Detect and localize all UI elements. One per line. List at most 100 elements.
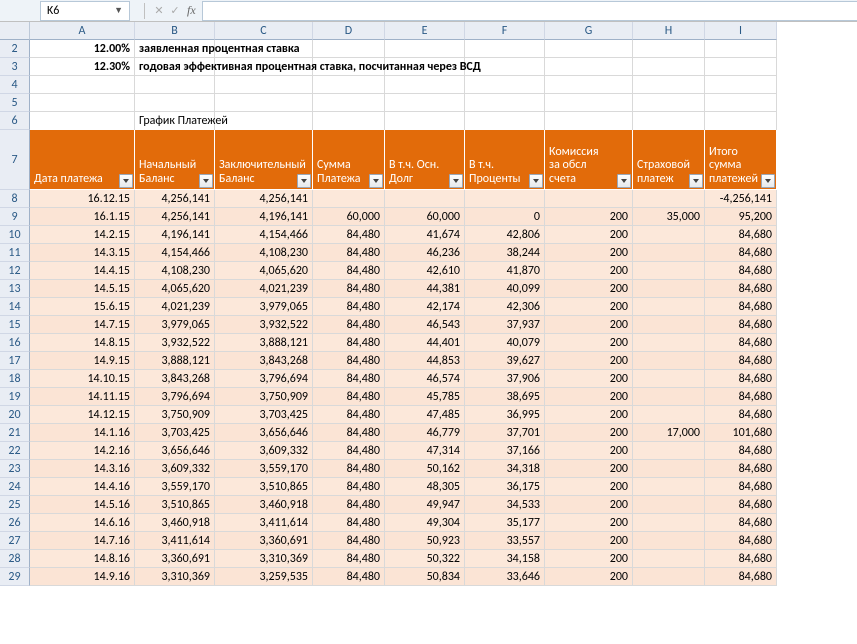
cell-E27[interactable]: 50,923 — [385, 532, 465, 550]
cell-C4[interactable] — [215, 76, 313, 94]
cell-B22[interactable]: 3,656,646 — [135, 442, 215, 460]
row-header-29[interactable]: 29 — [0, 568, 30, 586]
cell-E11[interactable]: 46,236 — [385, 244, 465, 262]
cell-F9[interactable]: 0 — [465, 208, 545, 226]
row-header-21[interactable]: 21 — [0, 424, 30, 442]
column-header-I[interactable]: I — [705, 22, 777, 40]
cell-D22[interactable]: 84,480 — [313, 442, 385, 460]
cell-I6[interactable] — [705, 112, 777, 130]
cell-D11[interactable]: 84,480 — [313, 244, 385, 262]
cell-A29[interactable]: 14.9.16 — [30, 568, 135, 586]
cell-F20[interactable]: 36,995 — [465, 406, 545, 424]
cell-F8[interactable] — [465, 190, 545, 208]
cell-A13[interactable]: 14.5.15 — [30, 280, 135, 298]
cell-B24[interactable]: 3,559,170 — [135, 478, 215, 496]
cell-A24[interactable]: 14.4.16 — [30, 478, 135, 496]
row-header-15[interactable]: 15 — [0, 316, 30, 334]
row-header-22[interactable]: 22 — [0, 442, 30, 460]
cell-I19[interactable]: 84,680 — [705, 388, 777, 406]
row-header-12[interactable]: 12 — [0, 262, 30, 280]
cell-D5[interactable] — [313, 94, 385, 112]
cell-D26[interactable]: 84,480 — [313, 514, 385, 532]
cell-F12[interactable]: 41,870 — [465, 262, 545, 280]
cell-A28[interactable]: 14.8.16 — [30, 550, 135, 568]
cell-B6[interactable]: График Платежей — [135, 112, 215, 130]
cell-F26[interactable]: 35,177 — [465, 514, 545, 532]
cell-H28[interactable] — [633, 550, 705, 568]
filter-dropdown-icon[interactable] — [529, 174, 543, 188]
cell-I28[interactable]: 84,680 — [705, 550, 777, 568]
cell-G15[interactable]: 200 — [545, 316, 633, 334]
cell-G21[interactable]: 200 — [545, 424, 633, 442]
cell-B10[interactable]: 4,196,141 — [135, 226, 215, 244]
cell-D9[interactable]: 60,000 — [313, 208, 385, 226]
cell-E22[interactable]: 47,314 — [385, 442, 465, 460]
cell-F2[interactable] — [465, 40, 545, 58]
cell-F5[interactable] — [465, 94, 545, 112]
fx-icon[interactable]: fx — [187, 3, 196, 18]
filter-dropdown-icon[interactable] — [297, 174, 311, 188]
name-box[interactable]: K6 ▼ — [40, 1, 130, 21]
cell-B18[interactable]: 3,843,268 — [135, 370, 215, 388]
cell-I25[interactable]: 84,680 — [705, 496, 777, 514]
cell-D24[interactable]: 84,480 — [313, 478, 385, 496]
cell-E10[interactable]: 41,674 — [385, 226, 465, 244]
cell-B8[interactable]: 4,256,141 — [135, 190, 215, 208]
cell-B26[interactable]: 3,460,918 — [135, 514, 215, 532]
cell-H17[interactable] — [633, 352, 705, 370]
row-header-25[interactable]: 25 — [0, 496, 30, 514]
cell-E9[interactable]: 60,000 — [385, 208, 465, 226]
cell-F29[interactable]: 33,646 — [465, 568, 545, 586]
cell-E4[interactable] — [385, 76, 465, 94]
column-header-F[interactable]: F — [465, 22, 545, 40]
row-header-17[interactable]: 17 — [0, 352, 30, 370]
cell-E8[interactable] — [385, 190, 465, 208]
formula-input[interactable] — [202, 1, 857, 21]
cell-C26[interactable]: 3,411,614 — [215, 514, 313, 532]
cell-G5[interactable] — [545, 94, 633, 112]
cell-B25[interactable]: 3,510,865 — [135, 496, 215, 514]
table-header-H[interactable]: Страховой платеж — [633, 130, 705, 190]
cell-I5[interactable] — [705, 94, 777, 112]
cell-H9[interactable]: 35,000 — [633, 208, 705, 226]
cell-D18[interactable]: 84,480 — [313, 370, 385, 388]
cell-G13[interactable]: 200 — [545, 280, 633, 298]
cell-G14[interactable]: 200 — [545, 298, 633, 316]
filter-dropdown-icon[interactable] — [617, 174, 631, 188]
cell-D8[interactable] — [313, 190, 385, 208]
cell-A18[interactable]: 14.10.15 — [30, 370, 135, 388]
row-header-18[interactable]: 18 — [0, 370, 30, 388]
cell-I16[interactable]: 84,680 — [705, 334, 777, 352]
cell-B14[interactable]: 4,021,239 — [135, 298, 215, 316]
cell-E24[interactable]: 48,305 — [385, 478, 465, 496]
cell-E26[interactable]: 49,304 — [385, 514, 465, 532]
cell-F17[interactable]: 39,627 — [465, 352, 545, 370]
cell-D13[interactable]: 84,480 — [313, 280, 385, 298]
row-header-27[interactable]: 27 — [0, 532, 30, 550]
cell-F22[interactable]: 37,166 — [465, 442, 545, 460]
cell-I8[interactable]: -4,256,141 — [705, 190, 777, 208]
cell-I14[interactable]: 84,680 — [705, 298, 777, 316]
cell-D28[interactable]: 84,480 — [313, 550, 385, 568]
cell-H10[interactable] — [633, 226, 705, 244]
cell-G12[interactable]: 200 — [545, 262, 633, 280]
cell-A22[interactable]: 14.2.16 — [30, 442, 135, 460]
cell-A8[interactable]: 16.12.15 — [30, 190, 135, 208]
cell-A10[interactable]: 14.2.15 — [30, 226, 135, 244]
cell-C21[interactable]: 3,656,646 — [215, 424, 313, 442]
cell-A25[interactable]: 14.5.16 — [30, 496, 135, 514]
filter-dropdown-icon[interactable] — [369, 174, 383, 188]
cell-H13[interactable] — [633, 280, 705, 298]
cell-F11[interactable]: 38,244 — [465, 244, 545, 262]
row-header-24[interactable]: 24 — [0, 478, 30, 496]
cell-I11[interactable]: 84,680 — [705, 244, 777, 262]
cell-I12[interactable]: 84,680 — [705, 262, 777, 280]
cell-I13[interactable]: 84,680 — [705, 280, 777, 298]
cell-I27[interactable]: 84,680 — [705, 532, 777, 550]
cell-G4[interactable] — [545, 76, 633, 94]
filter-dropdown-icon[interactable] — [689, 174, 703, 188]
cell-F18[interactable]: 37,906 — [465, 370, 545, 388]
cell-B3[interactable]: годовая эффективная процентная ставка, п… — [135, 58, 215, 76]
cell-G24[interactable]: 200 — [545, 478, 633, 496]
select-all-corner[interactable] — [0, 22, 30, 40]
